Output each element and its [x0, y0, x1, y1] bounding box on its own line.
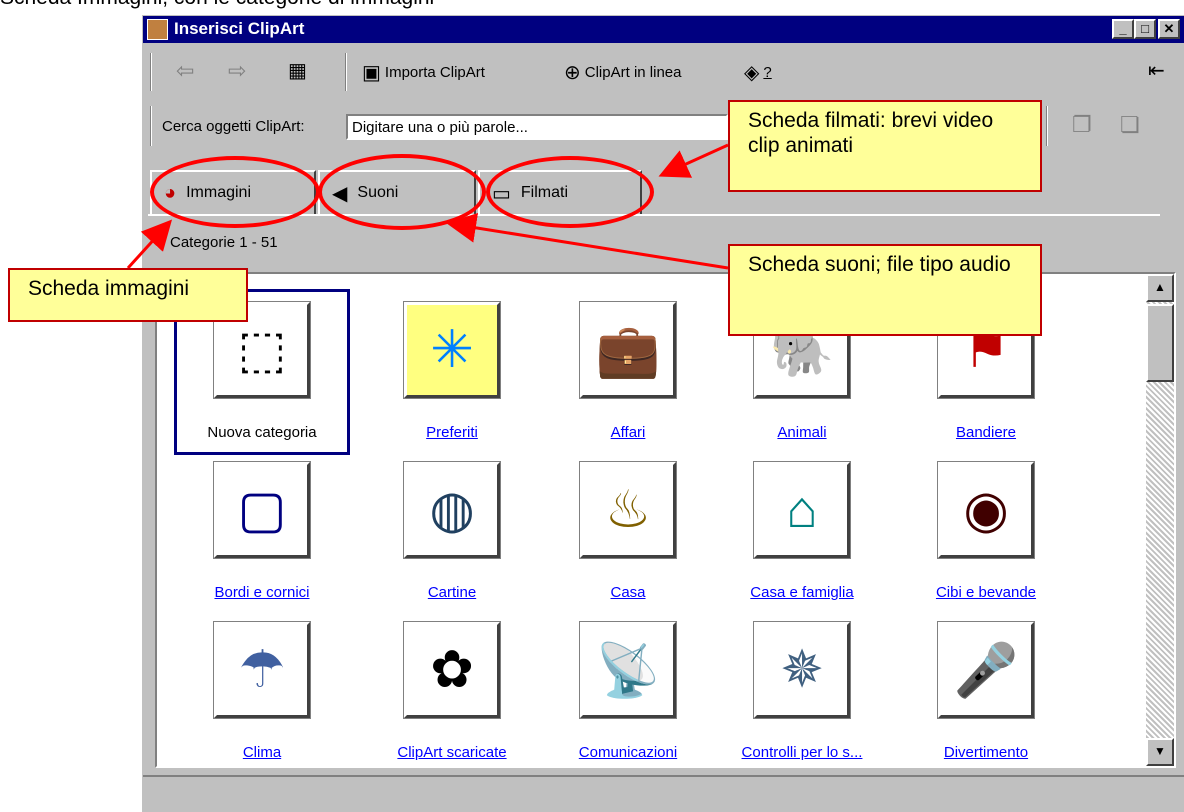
toolbar-grip [150, 106, 152, 146]
scroll-up-icon[interactable]: ▲ [1146, 274, 1174, 302]
annotation-filmati: Scheda filmati: brevi video clip animati [728, 100, 1042, 192]
import-clipart-button[interactable]: ▣ Importa ClipArt [362, 60, 485, 85]
category-cartine[interactable]: ◍ Cartine [367, 452, 537, 612]
scroll-down-icon[interactable]: ▼ [1146, 738, 1174, 766]
category-controlli[interactable]: ✵ Controlli per lo s... [717, 612, 887, 766]
category-divertimento[interactable]: 🎤 Divertimento [901, 612, 1071, 766]
category-comunicazioni[interactable]: 📡 Comunicazioni [543, 612, 713, 766]
compass-star-icon: ✵ [753, 621, 851, 719]
back-icon[interactable]: ⇦ [176, 58, 194, 84]
highlight-suoni [318, 154, 486, 230]
category-count: Categorie 1 - 51 [170, 234, 278, 251]
globe-icon: ⊕ [564, 62, 581, 84]
annotation-immagini: Scheda immagini [8, 268, 248, 322]
collage-icon: ✿ [403, 621, 501, 719]
storm-icon: ☂ [213, 621, 311, 719]
toolbar-separator [345, 53, 347, 91]
close-icon[interactable]: ✕ [1158, 19, 1180, 39]
star-icon: ✳ [403, 301, 501, 399]
toolbar-grip [150, 53, 152, 91]
paste-icon[interactable]: ❏ [1120, 112, 1140, 138]
minimize-icon[interactable]: _ [1112, 19, 1134, 39]
copy-icon[interactable]: ❐ [1072, 112, 1092, 138]
import-icon: ▣ [362, 62, 381, 84]
briefcase-icon: 💼 [579, 301, 677, 399]
forward-icon[interactable]: ⇨ [228, 58, 246, 84]
annotation-suoni: Scheda suoni; file tipo audio [728, 244, 1042, 336]
category-bordi[interactable]: ▢ Bordi e cornici [177, 452, 347, 612]
help-button[interactable]: ◈ ? [744, 60, 772, 85]
search-label: Cerca oggetti ClipArt: [162, 118, 305, 135]
clipart-online-button[interactable]: ⊕ ClipArt in linea [564, 60, 681, 85]
maximize-icon[interactable]: □ [1134, 19, 1156, 39]
stove-icon: ♨ [579, 461, 677, 559]
category-casa-famiglia[interactable]: ⌂ Casa e famiglia [717, 452, 887, 612]
category-scaricate[interactable]: ✿ ClipArt scaricate [367, 612, 537, 766]
top-caption: Scheda Immagini, con le categorie di imm… [0, 0, 434, 10]
globe-map-icon: ◍ [403, 461, 501, 559]
satellite-dish-icon: 📡 [579, 621, 677, 719]
toolbar-separator [1046, 106, 1048, 146]
view-icon[interactable]: ▦ [288, 58, 307, 83]
change-window-size-icon[interactable]: ⇤ [1148, 58, 1165, 83]
scroll-thumb[interactable] [1146, 304, 1174, 382]
plate-icon: ◉ [937, 461, 1035, 559]
help-book-icon: ◈ [744, 62, 760, 84]
category-casa[interactable]: ♨ Casa [543, 452, 713, 612]
category-cibi[interactable]: ◉ Cibi e bevande [901, 452, 1071, 612]
frame-icon: ▢ [213, 461, 311, 559]
category-affari[interactable]: 💼 Affari [543, 292, 713, 452]
search-input[interactable] [346, 114, 728, 140]
status-bar [143, 775, 1184, 812]
category-preferiti[interactable]: ✳ Preferiti [367, 292, 537, 452]
category-grid: ⬚ Nuova categoria ✳ Preferiti 💼 Affari 🐘… [155, 272, 1176, 768]
window-title: Inserisci ClipArt [174, 19, 305, 38]
highlight-immagini [150, 156, 320, 228]
category-clima[interactable]: ☂ Clima [177, 612, 347, 766]
family-house-icon: ⌂ [753, 461, 851, 559]
highlight-filmati [486, 156, 654, 228]
microphone-icon: 🎤 [937, 621, 1035, 719]
vertical-scrollbar[interactable]: ▲ ▼ [1146, 274, 1174, 766]
app-icon [147, 19, 168, 40]
